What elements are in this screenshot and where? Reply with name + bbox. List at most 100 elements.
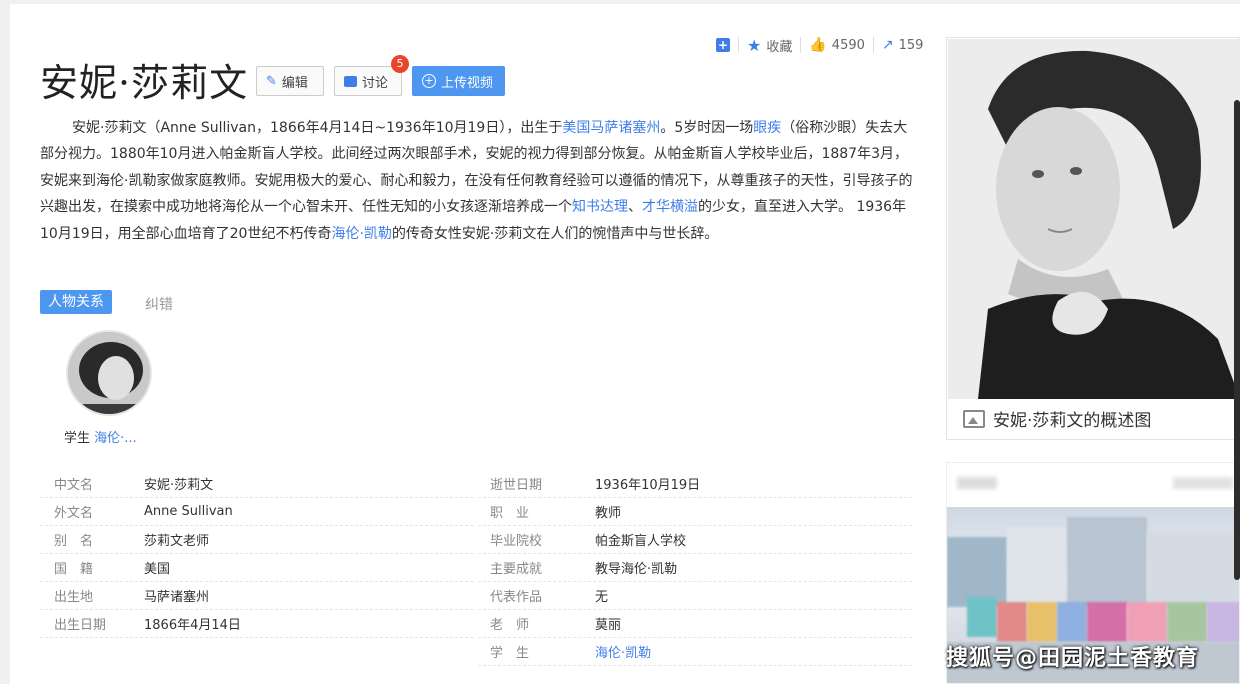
blur-block <box>1207 602 1239 642</box>
info-value: 1866年4月14日 <box>144 618 241 633</box>
blurred-title <box>957 477 997 489</box>
relation-person-link[interactable]: 海伦·... <box>94 431 137 446</box>
info-key: 外文名 <box>54 506 94 521</box>
info-key: 毕业院校 <box>490 534 543 549</box>
link-caihuahengyi[interactable]: 才华横溢 <box>642 199 698 215</box>
share-button[interactable]: ↗ 159 <box>882 37 924 53</box>
portrait-image[interactable] <box>948 39 1240 399</box>
relation-label: 学生 海伦·... <box>64 427 137 446</box>
upload-label: 上传视频 <box>441 75 494 91</box>
info-value: 教师 <box>595 506 622 521</box>
link-massachusetts[interactable]: 美国马萨诸塞州 <box>562 120 660 136</box>
summary-text: 的传奇女性安妮·莎莉文在人们的惋惜声中与世长辞。 <box>391 225 719 242</box>
blur-block <box>1007 527 1067 607</box>
action-bar: + ★ 收藏 👍 4590 ↗ 159 <box>716 34 923 56</box>
blur-block <box>1127 602 1167 642</box>
like-button[interactable]: 👍 4590 <box>809 37 865 53</box>
collect-label: 收藏 <box>766 39 793 55</box>
blur-block <box>1147 532 1239 607</box>
info-row: 职 业 教师 <box>478 498 912 526</box>
info-key: 职 业 <box>490 506 530 521</box>
info-row: 中文名 安妮·莎莉文 <box>40 470 473 498</box>
link-helen-keller[interactable]: 海伦·凯勒 <box>331 226 391 242</box>
info-key: 别 名 <box>54 534 94 549</box>
info-value: 帕金斯盲人学校 <box>595 534 687 549</box>
info-value: 马萨诸塞州 <box>144 590 210 605</box>
image-icon <box>963 409 985 428</box>
info-key: 逝世日期 <box>490 478 543 493</box>
info-row: 主要成就 教导海伦·凯勒 <box>478 554 912 582</box>
info-row: 别 名 莎莉文老师 <box>40 526 473 554</box>
divider <box>872 37 874 53</box>
basic-info-left: 中文名 安妮·莎莉文外文名 Anne Sullivan 别 名 莎莉文老师国 籍 美国出生… <box>40 470 473 638</box>
blurred-meta <box>1173 477 1233 489</box>
info-key: 出生日期 <box>54 618 107 633</box>
blur-block <box>997 602 1027 642</box>
info-row: 出生日期 1866年4月14日 <box>40 610 473 638</box>
divider <box>738 37 739 53</box>
link-eye-disease[interactable]: 眼疾 <box>753 120 781 136</box>
avatar[interactable] <box>66 330 152 416</box>
collect-button[interactable]: ★ 收藏 <box>747 36 792 55</box>
divider <box>800 37 802 53</box>
info-row: 学 生 海伦·凯勒 <box>478 638 912 666</box>
info-key: 国 籍 <box>54 562 94 577</box>
info-value: 无 <box>595 590 609 605</box>
info-row: 代表作品 无 <box>478 582 912 610</box>
edit-button[interactable]: ✎ 编辑 <box>256 66 324 96</box>
upload-video-button[interactable]: + 上传视频 <box>412 66 505 96</box>
blur-block <box>1057 602 1087 642</box>
thumbs-up-icon: 👍 <box>809 37 827 53</box>
info-row: 国 籍 美国 <box>40 554 473 582</box>
info-value: Anne Sullivan <box>144 504 233 519</box>
portrait-caption-text: 安妮·莎莉文的概述图 <box>993 411 1152 431</box>
info-value: 美国 <box>144 562 171 577</box>
info-key: 主要成就 <box>490 562 543 577</box>
relation-role: 学生 <box>64 431 91 446</box>
edit-label: 编辑 <box>281 75 308 91</box>
blur-block <box>1167 602 1207 642</box>
share-count: 159 <box>898 37 924 53</box>
share-icon: ↗ <box>881 37 894 53</box>
link-zhishudali[interactable]: 知书达理 <box>572 199 628 215</box>
portrait-card[interactable]: 安妮·莎莉文的概述图 <box>946 37 1240 440</box>
summary-text: 。5岁时因一场 <box>660 120 754 136</box>
portrait-caption: 安妮·莎莉文的概述图 <box>963 406 1151 431</box>
summary-text: 、 <box>628 199 642 216</box>
add-button[interactable]: + <box>716 38 730 52</box>
blur-block <box>1067 517 1147 607</box>
page-title: 安妮·莎莉文 <box>40 61 249 105</box>
info-row: 外文名 Anne Sullivan <box>40 498 473 526</box>
blur-block <box>967 597 997 637</box>
blur-block <box>1027 602 1057 642</box>
tab-relations[interactable]: 人物关系 <box>40 290 112 314</box>
like-count: 4590 <box>831 37 865 53</box>
summary-paragraph: 安妮·莎莉文（Anne Sullivan，1866年4月14日~1936年10月… <box>40 115 920 247</box>
star-icon: ★ <box>747 35 762 55</box>
watermark: 搜狐号@田园泥土香教育 <box>946 646 1200 671</box>
info-value: 莎莉文老师 <box>144 534 210 549</box>
info-key: 中文名 <box>54 478 94 493</box>
info-row: 出生地 马萨诸塞州 <box>40 582 473 610</box>
info-row: 逝世日期 1936年10月19日 <box>478 470 912 498</box>
plus-square-icon: + <box>716 38 730 52</box>
info-value: 教导海伦·凯勒 <box>595 562 678 577</box>
pencil-icon: ✎ <box>266 73 277 89</box>
scrollbar[interactable] <box>1234 100 1240 580</box>
blur-block <box>1087 602 1127 642</box>
discuss-count-badge: 5 <box>391 55 409 73</box>
info-key: 出生地 <box>54 590 94 605</box>
info-row: 毕业院校 帕金斯盲人学校 <box>478 526 912 554</box>
chat-icon <box>344 75 357 87</box>
discuss-button[interactable]: 讨论 <box>334 66 402 96</box>
info-key: 学 生 <box>490 646 530 661</box>
summary-text: 安妮·莎莉文（Anne Sullivan，1866年4月14日~1936年10月… <box>72 120 563 136</box>
tab-correct[interactable]: 纠错 <box>145 294 173 314</box>
info-value: 莫丽 <box>595 618 622 633</box>
info-key: 代表作品 <box>490 590 543 605</box>
info-value: 1936年10月19日 <box>595 478 701 493</box>
info-key: 老 师 <box>490 618 530 633</box>
info-row: 老 师 莫丽 <box>478 610 912 638</box>
info-value-link[interactable]: 海伦·凯勒 <box>595 642 651 661</box>
discuss-label: 讨论 <box>362 75 389 91</box>
